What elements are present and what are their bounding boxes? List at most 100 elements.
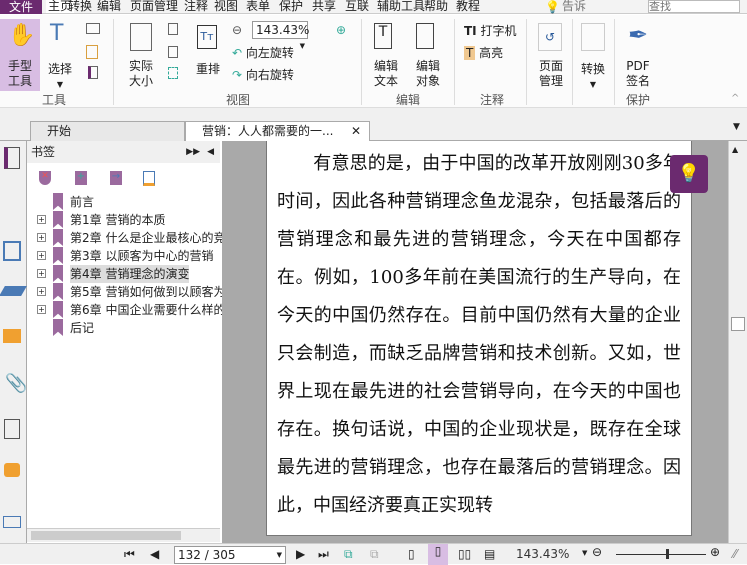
previous-view-icon[interactable]: ⧉ bbox=[344, 547, 353, 562]
reflow-button[interactable]: Tт 重排 bbox=[192, 19, 224, 91]
zoom-in-icon[interactable]: ⊕ bbox=[710, 545, 720, 559]
comments-panel-icon[interactable] bbox=[3, 329, 21, 343]
fit-visible-icon[interactable] bbox=[168, 67, 178, 79]
lightbulb-icon: 💡 bbox=[545, 0, 560, 14]
file-menu[interactable]: 文件 bbox=[0, 0, 42, 14]
zoom-select[interactable]: 143.43% ▼ bbox=[252, 21, 309, 50]
zoom-out-icon[interactable]: ⊖ bbox=[232, 23, 242, 37]
edit-object-icon bbox=[416, 23, 434, 49]
menu-item[interactable]: 编辑 bbox=[97, 0, 121, 13]
single-page-icon[interactable]: ▯ bbox=[408, 547, 415, 561]
zoom-dropdown-icon[interactable]: ▼ bbox=[582, 549, 587, 557]
scroll-thumb[interactable] bbox=[731, 317, 745, 331]
menu-item[interactable]: 共享 bbox=[312, 0, 336, 13]
select-button[interactable]: T 选择 ▼ bbox=[44, 19, 76, 91]
collapse-ribbon-icon[interactable]: ^ bbox=[731, 93, 739, 104]
page-icon[interactable] bbox=[88, 66, 98, 79]
bookmark-icon bbox=[53, 193, 63, 210]
edit-object-button[interactable]: 编辑 对象 bbox=[408, 19, 448, 91]
add-bookmark-icon[interactable]: + bbox=[75, 171, 87, 185]
previous-page-button[interactable]: ◀ bbox=[150, 547, 159, 561]
zoom-level[interactable]: 143.43% bbox=[516, 547, 569, 561]
continuous-page-icon[interactable]: ▯ bbox=[428, 544, 448, 565]
menu-item[interactable]: 教程 bbox=[456, 0, 480, 13]
pdf-page: 有意思的是，由于中国的改革开放刚刚30多年时间，因此各种营销理念鱼龙混杂，包括最… bbox=[266, 141, 692, 536]
expand-icon[interactable]: + bbox=[37, 215, 46, 224]
menu-item[interactable]: 辅助工具 bbox=[377, 0, 425, 13]
menu-item[interactable]: 帮助 bbox=[424, 0, 448, 13]
menu-item[interactable]: 互联 bbox=[345, 0, 369, 13]
menu-item[interactable]: 页面管理 bbox=[130, 0, 178, 13]
menu-item[interactable]: 转换 bbox=[68, 0, 92, 13]
bookmark-icon bbox=[53, 229, 63, 246]
lightbulb-tip-button[interactable]: 💡 bbox=[670, 155, 708, 193]
page-manage-button[interactable]: ↺ 页面 管理 bbox=[532, 19, 570, 91]
menu-item[interactable]: 注释 bbox=[184, 0, 208, 13]
next-view-icon[interactable]: ⧉ bbox=[370, 547, 379, 562]
continuous-facing-icon[interactable]: ▤ bbox=[484, 547, 495, 561]
expand-icon[interactable]: + bbox=[37, 233, 46, 242]
security-panel-icon[interactable] bbox=[4, 463, 20, 477]
content-panel-icon[interactable] bbox=[3, 516, 21, 528]
zoom-slider-thumb[interactable] bbox=[665, 549, 669, 559]
tab-document[interactable]: 营销：人人都需要的一... ✕ bbox=[185, 121, 370, 142]
clipboard-icon[interactable] bbox=[86, 45, 98, 59]
bookmark-horizontal-scrollbar[interactable] bbox=[27, 528, 220, 542]
highlight-button[interactable]: T 高亮 bbox=[464, 44, 534, 61]
pdf-sign-button[interactable]: ✒ PDF 签名 bbox=[618, 19, 658, 91]
hand-tool-button[interactable]: ✋ 手型 工具 bbox=[0, 19, 40, 91]
tab-start[interactable]: 开始 bbox=[30, 121, 185, 141]
pages-panel-icon[interactable] bbox=[3, 241, 21, 261]
typewriter-button[interactable]: TI 打字机 bbox=[464, 22, 534, 39]
menu-item[interactable]: 视图 bbox=[214, 0, 238, 13]
tell-me[interactable]: 告诉 bbox=[562, 0, 586, 13]
next-page-button[interactable]: ▶ bbox=[296, 547, 305, 561]
last-page-button[interactable]: ⏭ bbox=[318, 547, 329, 562]
resize-grip-icon[interactable]: ⁄⁄ bbox=[733, 547, 737, 561]
rotate-left-icon: ↶ bbox=[232, 46, 243, 60]
page-manage-icon: ↺ bbox=[538, 23, 562, 51]
bookmark-icon bbox=[53, 247, 63, 264]
bookmarks-panel-icon[interactable] bbox=[4, 147, 20, 169]
zoom-slider[interactable] bbox=[616, 554, 706, 555]
rotate-left-button[interactable]: ↶ 向左旋转 bbox=[232, 44, 312, 60]
attachments-panel-icon[interactable]: 📎 bbox=[5, 373, 27, 394]
close-tab-icon[interactable]: ✕ bbox=[351, 122, 361, 141]
layers-panel-icon[interactable] bbox=[0, 286, 27, 296]
convert-button[interactable]: 转换 ▼ bbox=[576, 19, 610, 91]
delete-bookmark-icon[interactable]: ✕ bbox=[39, 171, 51, 185]
navigation-sidebar: 📎 bbox=[0, 141, 27, 543]
search-input[interactable] bbox=[648, 0, 740, 13]
collapse-panel-icon[interactable]: ◀ bbox=[207, 141, 214, 163]
bookmark-icon bbox=[53, 301, 63, 318]
dropdown-icon: ▼ bbox=[56, 80, 64, 89]
bookmark-properties-icon[interactable] bbox=[143, 171, 155, 186]
facing-page-icon[interactable]: ▯▯ bbox=[458, 547, 471, 561]
menu-item[interactable]: 表单 bbox=[246, 0, 270, 13]
page-number-input[interactable]: 132 / 305 ▼ bbox=[174, 546, 286, 564]
zoom-in-icon[interactable]: ⊕ bbox=[336, 23, 346, 37]
expand-icon[interactable]: + bbox=[37, 287, 46, 296]
vertical-scrollbar[interactable]: ▲ bbox=[728, 141, 747, 543]
expand-icon[interactable]: + bbox=[37, 305, 46, 314]
expand-icon[interactable]: + bbox=[37, 269, 46, 278]
fit-page-icon[interactable] bbox=[168, 23, 178, 35]
menu-item[interactable]: 保护 bbox=[279, 0, 303, 13]
add-child-bookmark-icon[interactable]: → bbox=[110, 171, 122, 185]
zoom-out-icon[interactable]: ⊖ bbox=[592, 545, 602, 559]
actual-size-icon bbox=[130, 23, 152, 51]
rotate-right-button[interactable]: ↷ 向右旋转 bbox=[232, 66, 312, 82]
edit-text-button[interactable]: T 编辑 文本 bbox=[368, 19, 404, 91]
snapshot-icon[interactable] bbox=[86, 23, 100, 34]
signatures-panel-icon[interactable] bbox=[4, 419, 20, 439]
tab-list-icon[interactable]: ▼ bbox=[733, 122, 740, 132]
ribbon: ✋ 手型 工具 T 选择 ▼ 工具 实际 大小 Tт 重排 ⊖ 143.43% ▼… bbox=[0, 15, 747, 108]
fit-width-icon[interactable] bbox=[168, 46, 178, 58]
bookmarks-panel: 书签 ▶▶ ◀ ✕ + → 前言 + 第1章 营销的本质 + 第2章 什么是企业最核心的… bbox=[27, 141, 225, 543]
expand-panel-icon[interactable]: ▶▶ bbox=[186, 141, 200, 163]
actual-size-button[interactable]: 实际 大小 bbox=[126, 19, 156, 91]
first-page-button[interactable]: ⏮ bbox=[124, 547, 135, 562]
expand-icon[interactable]: + bbox=[37, 251, 46, 260]
bookmark-icon bbox=[53, 283, 63, 300]
reflow-icon: Tт bbox=[197, 25, 217, 49]
